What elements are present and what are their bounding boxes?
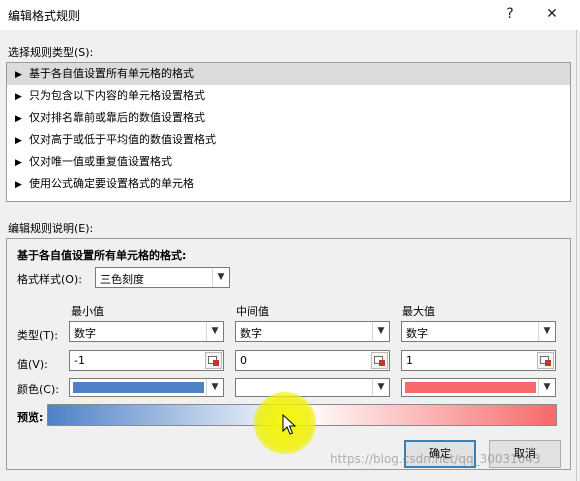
format-style-value: 三色刻度: [100, 273, 144, 286]
column-header-max: 最大值: [402, 305, 435, 318]
range-picker-icon[interactable]: [205, 352, 222, 369]
rule-item-top-bottom[interactable]: ▶ 仅对排名靠前或靠后的数值设置格式: [7, 107, 570, 129]
rule-item-label: 仅对高于或低于平均值的数值设置格式: [29, 133, 216, 146]
max-value-text: 1: [406, 354, 413, 367]
column-header-mid: 中间值: [236, 305, 269, 318]
mid-value-input[interactable]: 0: [235, 350, 390, 371]
mid-color-select[interactable]: ▼: [235, 378, 390, 397]
triangle-right-icon: ▶: [15, 180, 22, 190]
min-value-input[interactable]: -1: [69, 350, 224, 371]
dialog-title: 编辑格式规则: [8, 9, 81, 23]
rule-item-unique-duplicate[interactable]: ▶ 仅对唯一值或重复值设置格式: [7, 151, 570, 173]
chevron-down-icon: ▼: [212, 268, 229, 287]
rule-item-label: 基于各自值设置所有单元格的格式: [29, 67, 194, 80]
mid-type-value: 数字: [240, 327, 262, 340]
preview-label: 预览:: [17, 411, 44, 424]
title-bar: 编辑格式规则 ? ✕: [0, 0, 580, 30]
mid-value-text: 0: [240, 354, 247, 367]
mid-color-swatch: [239, 382, 370, 393]
chevron-down-icon: ▼: [372, 379, 389, 396]
triangle-right-icon: ▶: [15, 114, 22, 124]
max-type-select[interactable]: 数字 ▼: [401, 321, 556, 342]
max-type-value: 数字: [406, 327, 428, 340]
triangle-right-icon: ▶: [15, 136, 22, 146]
mouse-pointer-icon: [282, 414, 296, 435]
rule-description-label: 编辑规则说明(E):: [8, 222, 94, 235]
triangle-right-icon: ▶: [15, 158, 22, 168]
rule-item-label: 只为包含以下内容的单元格设置格式: [29, 89, 205, 102]
mid-type-select[interactable]: 数字 ▼: [235, 321, 390, 342]
max-value-input[interactable]: 1: [401, 350, 556, 371]
rule-item-label: 使用公式确定要设置格式的单元格: [29, 177, 194, 190]
color-row-label: 颜色(C):: [17, 383, 59, 396]
min-color-swatch: [73, 382, 204, 393]
triangle-right-icon: ▶: [15, 92, 22, 102]
description-heading: 基于各自值设置所有单元格的格式:: [17, 249, 187, 262]
window-edge: [576, 30, 577, 481]
range-picker-icon[interactable]: [537, 352, 554, 369]
type-row-label: 类型(T):: [17, 329, 59, 342]
chevron-down-icon: ▼: [372, 322, 389, 341]
watermark-text: https://blog.csdn.net/qq_30031043: [330, 452, 541, 466]
chevron-down-icon: ▼: [538, 322, 555, 341]
rule-item-formula[interactable]: ▶ 使用公式确定要设置格式的单元格: [7, 173, 570, 195]
chevron-down-icon: ▼: [538, 379, 555, 396]
min-type-value: 数字: [74, 327, 96, 340]
column-header-min: 最小值: [71, 305, 104, 318]
rule-item-each-value[interactable]: ▶ 基于各自值设置所有单元格的格式: [7, 63, 570, 85]
chevron-down-icon: ▼: [206, 322, 223, 341]
rule-item-label: 仅对唯一值或重复值设置格式: [29, 155, 172, 168]
rule-type-label: 选择规则类型(S):: [8, 46, 94, 59]
format-style-select[interactable]: 三色刻度 ▼: [95, 267, 230, 288]
rule-item-contains[interactable]: ▶ 只为包含以下内容的单元格设置格式: [7, 85, 570, 107]
max-color-select[interactable]: ▼: [401, 378, 556, 397]
rule-item-above-below-average[interactable]: ▶ 仅对高于或低于平均值的数值设置格式: [7, 129, 570, 151]
min-type-select[interactable]: 数字 ▼: [69, 321, 224, 342]
max-color-swatch: [405, 382, 536, 393]
rule-type-list: ▶ 基于各自值设置所有单元格的格式 ▶ 只为包含以下内容的单元格设置格式 ▶ 仅对排名…: [6, 62, 571, 202]
triangle-right-icon: ▶: [15, 70, 22, 80]
min-value-text: -1: [74, 354, 85, 367]
min-color-select[interactable]: ▼: [69, 378, 224, 397]
value-row-label: 值(V):: [17, 358, 48, 371]
range-picker-icon[interactable]: [371, 352, 388, 369]
close-button[interactable]: ✕: [534, 0, 570, 28]
rule-item-label: 仅对排名靠前或靠后的数值设置格式: [29, 111, 205, 124]
help-button[interactable]: ?: [492, 0, 528, 28]
format-style-label: 格式样式(O):: [17, 273, 82, 286]
chevron-down-icon: ▼: [206, 379, 223, 396]
